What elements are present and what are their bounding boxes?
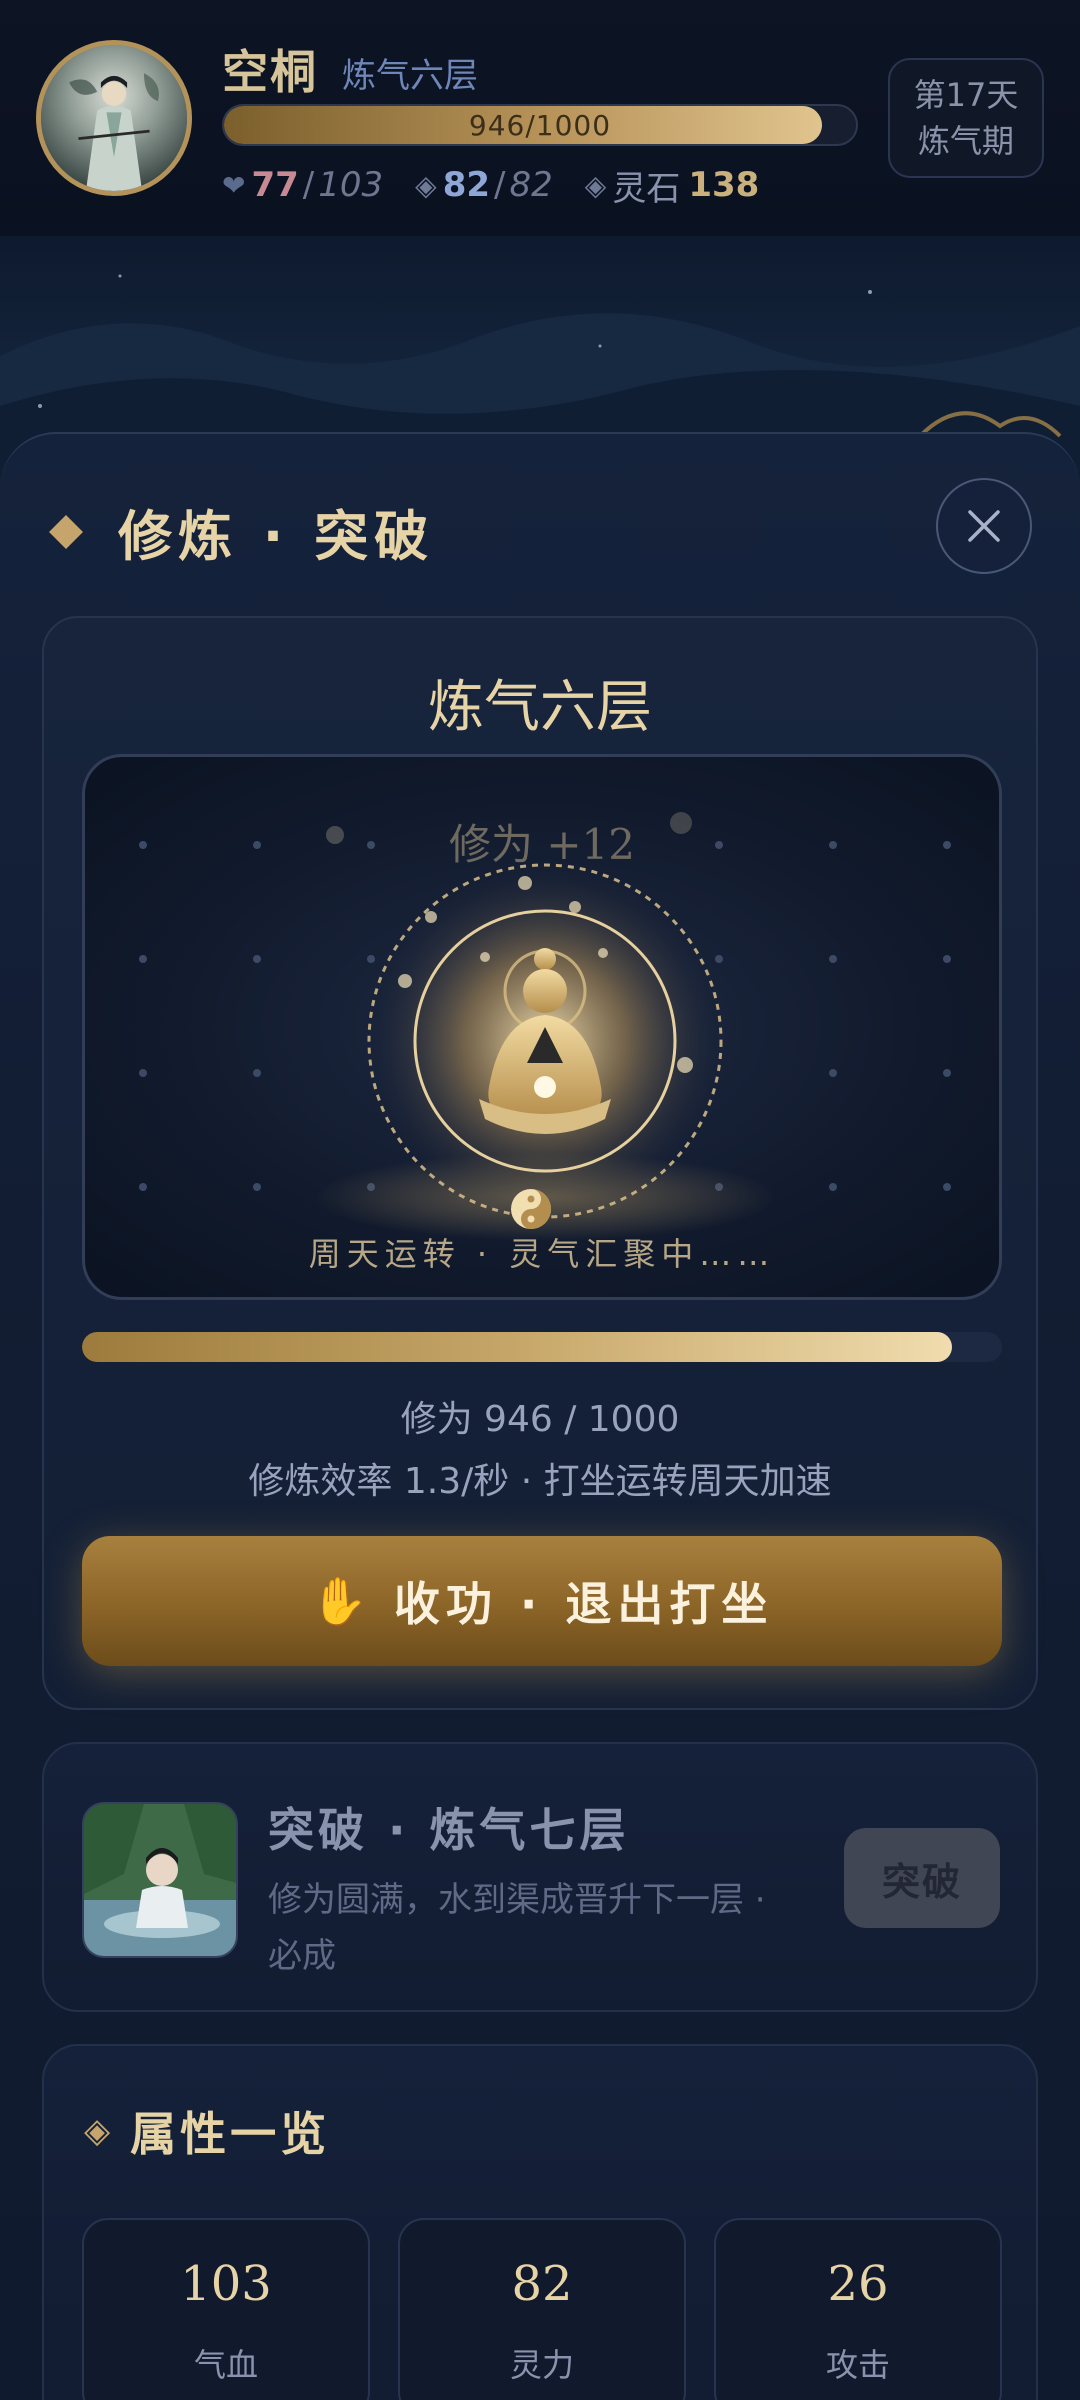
breakthrough-thumbnail [82,1802,238,1958]
hand-icon: ✋ [310,1573,374,1628]
cultivation-progress-fill [82,1332,953,1362]
attribute-attack: 26 攻击 [714,2218,1002,2400]
exp-bar-text: 946/1000 [468,108,612,142]
cultivation-rate-text: 修炼效率 1.3/秒 · 打坐运转周天加速 [248,1461,832,1502]
attribute-value: 82 [511,2256,573,2312]
current-realm-title: 炼气六层 [428,675,652,740]
attribute-label: 灵力 [509,2346,574,2384]
player-avatar[interactable] [36,40,192,196]
close-button[interactable] [936,478,1032,574]
meditation-status: 周天运转 · 灵气汇聚中…… [308,1235,776,1273]
attributes-card: ◈ 属性一览 103 气血 82 灵力 26 攻击 [42,2044,1038,2400]
attribute-mp: 82 灵力 [398,2218,686,2400]
stop-meditation-button[interactable]: ✋ 收功 · 退出打坐 [82,1536,1002,1666]
player-name: 空桐 [222,45,318,99]
breakthrough-button[interactable]: 突破 [844,1828,1000,1928]
attribute-label: 攻击 [825,2346,890,2384]
panel-title: 修炼 · 突破 [48,492,434,571]
hp-current: 77 [251,165,299,205]
exp-bar: 946/1000 [222,104,858,146]
breakthrough-description: 修为圆满，水到渠成晋升下一层 · 必成 [268,1880,766,1976]
attribute-value: 26 [827,2256,889,2312]
yin-yang-icon [511,1189,551,1229]
close-icon [968,510,1000,542]
cultivation-progress-bar [82,1332,1002,1362]
attribute-label: 气血 [193,2346,258,2384]
cultivation-exp-text: 修为 946 / 1000 [400,1399,680,1440]
attribute-hp: 103 气血 [82,2218,370,2400]
breakthrough-card: 突破 · 炼气七层 修为圆满，水到渠成晋升下一层 · 必成 突破 [42,1742,1038,2012]
player-realm: 炼气六层 [342,56,478,96]
cultivation-card: 炼气六层 修为 +12 周天运转 · 灵气汇聚中…… 修为 946 / 1000… [42,616,1038,1710]
top-status-bar: 空桐 炼气六层 946/1000 ❤ 77 / 103 ◈ 82 / 82 ◈ … [0,0,1080,236]
attributes-title: ◈ 属性一览 [84,2098,330,2164]
attribute-value: 103 [180,2256,272,2312]
mp-current: 82 [442,165,491,205]
spirit-stone-value: 138 [688,165,760,205]
hp-max: 103 [318,165,384,205]
diamond-icon: ◈ [84,2111,115,2151]
breakthrough-illustration [84,1804,236,1956]
breakthrough-title: 突破 · 炼气七层 [268,1803,630,1857]
mp-separator: / [494,165,506,205]
hp-separator: / [302,165,315,205]
heart-icon: ❤ [222,168,246,202]
diamond-icon [49,514,83,549]
cultivation-panel: 修炼 · 突破 炼气六层 修为 +12 周天运转 · 灵气汇聚中…… 修为 94… [0,432,1080,2400]
mp-stat: ◈ 82 / 82 [415,165,553,205]
stop-meditation-label: 收功 · 退出打坐 [393,1577,774,1631]
panel-title-text: 修炼 · 突破 [118,505,435,568]
cultivator-portrait [41,45,187,191]
player-stats: ❤ 77 / 103 ◈ 82 / 82 ◈ 灵石 138 [222,160,791,210]
spirit-stone-stat: ◈ 灵石 138 [585,161,760,210]
diamond-icon: ◈ [584,168,607,202]
attributes-title-text: 属性一览 [130,2107,331,2161]
meditation-area[interactable]: 修为 +12 周天运转 · 灵气汇聚中…… [82,754,1002,1300]
day-counter: 第17天 炼气期 [888,58,1044,178]
day-period: 炼气期 [917,122,1014,160]
mp-max: 82 [509,165,553,205]
hp-stat: ❤ 77 / 103 [222,165,383,205]
diamond-icon: ◈ [415,168,437,202]
floating-gain-text: 修为 +12 [449,820,635,869]
spirit-stone-label: 灵石 [612,168,681,209]
day-number: 第17天 [913,76,1019,114]
